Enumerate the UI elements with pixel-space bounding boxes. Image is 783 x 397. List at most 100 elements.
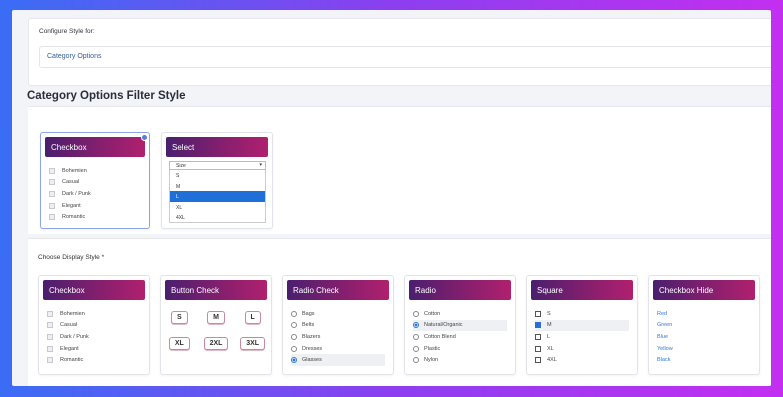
color-link[interactable]: Red xyxy=(657,308,759,320)
list-item[interactable]: Romantic xyxy=(49,211,149,223)
configure-label: Configure Style for: xyxy=(39,28,95,35)
radio-checked-icon xyxy=(413,322,419,329)
select-option[interactable]: XL xyxy=(169,201,266,213)
list-item[interactable]: Elegant xyxy=(49,200,149,212)
list-item[interactable]: Elegant xyxy=(47,343,149,355)
square-checkbox-icon xyxy=(535,357,541,364)
selected-indicator-icon xyxy=(141,134,148,141)
square-checked-icon xyxy=(535,322,541,329)
radio-icon xyxy=(413,333,419,340)
list-item[interactable]: Dark / Punk xyxy=(49,188,149,200)
item-label: Dresses xyxy=(302,345,323,352)
list-item[interactable]: M xyxy=(535,319,629,332)
size-select[interactable]: Size ▾ S M L XL 4XL xyxy=(169,161,266,223)
square-checkbox-icon xyxy=(535,333,541,340)
color-link[interactable]: Black xyxy=(657,354,759,366)
list-item[interactable]: S xyxy=(535,308,629,320)
square-checkbox-icon xyxy=(535,345,541,352)
list-item[interactable]: Belts xyxy=(291,320,385,332)
list-item[interactable]: Dresses xyxy=(291,343,385,355)
list-item[interactable]: Bags xyxy=(291,308,385,320)
item-label: Cotton Blend xyxy=(424,333,456,340)
select-field[interactable]: Size ▾ xyxy=(169,161,266,170)
style-card-radio[interactable]: Radio Cotton Natural/Organic Cotton Blen… xyxy=(404,275,516,375)
list-item[interactable]: Blazers xyxy=(291,331,385,343)
list-item[interactable]: L xyxy=(535,331,629,343)
checkbox-icon xyxy=(49,202,55,209)
color-link[interactable]: Green xyxy=(657,320,759,332)
radio-icon xyxy=(291,310,297,317)
preview-checkbox-card[interactable]: Checkbox Bohemien Casual Dark / Punk Ele… xyxy=(40,132,150,229)
item-label: M xyxy=(547,322,552,329)
list-item[interactable]: Bohemien xyxy=(47,308,149,320)
preview-select-card[interactable]: Select Size ▾ S M L XL 4XL xyxy=(161,132,273,229)
size-button[interactable]: M xyxy=(207,311,225,324)
color-link[interactable]: Yellow xyxy=(657,343,759,355)
item-label: Plastic xyxy=(424,345,441,352)
size-button[interactable]: L xyxy=(244,311,261,324)
style-card-checkbox-hide[interactable]: Checkbox Hide Red Green Blue Yellow Blac… xyxy=(648,275,760,375)
card-header: Checkbox xyxy=(43,280,145,300)
card-header: Square xyxy=(531,280,633,300)
item-label: Casual xyxy=(60,322,78,329)
list-item[interactable]: XL xyxy=(535,343,629,355)
item-label: Elegant xyxy=(62,202,81,209)
color-link[interactable]: Blue xyxy=(657,331,759,343)
radio-icon xyxy=(291,333,297,340)
checkbox-icon xyxy=(49,167,55,174)
item-label: L xyxy=(547,333,551,340)
configure-select[interactable]: Category Options xyxy=(39,46,771,68)
display-style-label: Choose Display Style * xyxy=(38,254,105,261)
app-frame: Configure Style for: Category Options Ca… xyxy=(12,10,771,386)
select-option[interactable]: 4XL xyxy=(169,212,266,223)
item-label: Bohemien xyxy=(60,310,85,317)
size-button[interactable]: XL xyxy=(168,337,190,350)
item-label: Belts xyxy=(302,322,315,329)
item-label: Bags xyxy=(302,310,315,317)
checkbox-icon xyxy=(47,333,53,340)
select-option[interactable]: S xyxy=(169,170,266,181)
select-option[interactable]: L xyxy=(169,191,266,202)
size-button[interactable]: 2XL xyxy=(203,337,229,350)
item-label: Casual xyxy=(62,179,80,186)
card-header: Radio xyxy=(409,280,511,300)
card-header: Button Check xyxy=(165,280,267,300)
list-item[interactable]: Glasses xyxy=(291,354,385,366)
list-item[interactable]: Romantic xyxy=(47,354,149,366)
list-item[interactable]: 4XL xyxy=(535,354,629,366)
card-header: Select xyxy=(166,137,268,157)
list-item[interactable]: Nylon xyxy=(413,354,507,366)
size-button[interactable]: 3XL xyxy=(240,337,266,350)
item-label: Glasses xyxy=(302,357,322,364)
checkbox-icon xyxy=(47,310,53,317)
item-label: Nylon xyxy=(424,357,439,364)
list-item[interactable]: Cotton Blend xyxy=(413,331,507,343)
checkbox-icon xyxy=(47,345,53,352)
select-option[interactable]: M xyxy=(169,180,266,192)
list-item[interactable]: Cotton xyxy=(413,308,507,320)
style-card-radio-check[interactable]: Radio Check Bags Belts Blazers Dresses G… xyxy=(282,275,394,375)
item-label: Romantic xyxy=(60,357,84,364)
item-label: Cotton xyxy=(424,310,441,317)
checkbox-icon xyxy=(49,190,55,197)
list-item[interactable]: Dark / Punk xyxy=(47,331,149,343)
square-checkbox-icon xyxy=(535,310,541,317)
list-item[interactable]: Natural/Organic xyxy=(413,319,507,332)
item-label: Natural/Organic xyxy=(424,322,463,329)
list-item[interactable]: Casual xyxy=(49,177,149,189)
list-item[interactable]: Bohemien xyxy=(49,165,149,177)
item-label: Bohemien xyxy=(62,167,87,174)
preview-panel: Checkbox Bohemien Casual Dark / Punk Ele… xyxy=(28,106,771,234)
item-label: XL xyxy=(547,345,554,352)
select-field-value: Size xyxy=(176,163,186,169)
size-button[interactable]: S xyxy=(170,311,188,324)
list-item[interactable]: Casual xyxy=(47,320,149,332)
style-card-square[interactable]: Square S M L XL 4XL xyxy=(526,275,638,375)
radio-icon xyxy=(291,345,297,352)
style-card-button-check[interactable]: Button Check S M L XL 2XL 3XL xyxy=(160,275,272,375)
style-card-checkbox[interactable]: Checkbox Bohemien Casual Dark / Punk Ele… xyxy=(38,275,150,375)
checkbox-icon xyxy=(47,357,53,364)
radio-icon xyxy=(413,357,419,364)
list-item[interactable]: Plastic xyxy=(413,343,507,355)
card-header: Radio Check xyxy=(287,280,389,300)
